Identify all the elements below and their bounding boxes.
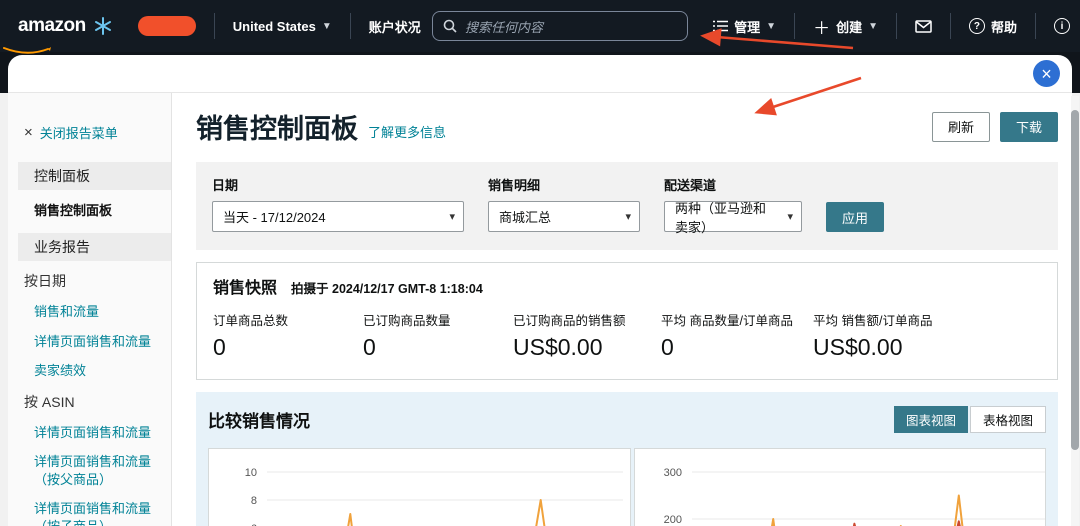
svg-text:200: 200 [664, 514, 682, 526]
messages-button[interactable] [915, 19, 932, 33]
scrollbar-thumb[interactable] [1071, 110, 1079, 450]
close-icon: × [24, 124, 33, 141]
compare-header: 比较销售情况 图表视图 表格视图 [208, 406, 1046, 433]
top-navigation-bar: amazon United States ▼ 账户状况 良好 [0, 0, 1080, 54]
sidebar-item-seller-performance[interactable]: 卖家绩效 [34, 362, 161, 380]
metric-ordered-product-sales: 已订购商品的销售额 US$0.00 [513, 314, 626, 360]
metric-avg-sales-per-order: 平均 销售额/订单商品 US$0.00 [813, 314, 933, 360]
sidebar-item-detail-page-child[interactable]: 详情页面销售和流量（按子商品） [34, 500, 161, 526]
question-icon: ? [968, 18, 985, 34]
sidebar-group-by-date: 按日期 [24, 273, 66, 289]
manage-menu[interactable]: 管理 ▼ [713, 17, 776, 36]
sales-detail-filter-group: 销售明细 商城汇总 ▾ [488, 175, 640, 232]
close-report-menu-link[interactable]: × 关闭报告菜单 [24, 123, 171, 142]
product-sales-chart: 300200100已订购商品的销售额 [634, 448, 1046, 526]
compare-sales-section: 比较销售情况 图表视图 表格视图 10864已订购商品数量 300200100已… [196, 392, 1058, 526]
store-name-redacted [137, 16, 196, 36]
list-icon [713, 20, 729, 32]
snapshot-header: 销售快照 拍摄于 2024/12/17 GMT-8 1:18:04 [197, 263, 1057, 300]
sidebar-item-sales-traffic[interactable]: 销售和流量 [34, 303, 161, 321]
svg-text:8: 8 [251, 495, 257, 507]
divider [949, 13, 951, 39]
sales-snapshot-card: 销售快照 拍摄于 2024/12/17 GMT-8 1:18:04 订单商品总数… [196, 262, 1058, 380]
date-filter-group: 日期 当天 - 17/12/2024 ▾ [212, 175, 464, 232]
units-ordered-chart: 10864已订购商品数量 [208, 448, 631, 526]
snowflake-icon [94, 17, 112, 35]
amazon-logo[interactable]: amazon [3, 15, 112, 54]
compare-title: 比较销售情况 [208, 412, 310, 431]
search-placeholder: 搜索任何内容 [465, 19, 544, 35]
filter-bar: 日期 当天 - 17/12/2024 ▾ 销售明细 商城汇总 ▾ 配送渠道 两种… [196, 162, 1058, 250]
sidebar-item-detail-page-sales-traffic-asin[interactable]: 详情页面销售和流量 [34, 424, 161, 442]
snapshot-metrics: 订单商品总数 0 已订购商品数量 0 已订购商品的销售额 US$0.00 平均 … [197, 300, 1057, 379]
sales-dashboard-modal: × × 关闭报告菜单 控制面板 销售控制面板 业务报告 按日期 销售和流量 详情… [8, 55, 1072, 526]
divider [895, 13, 897, 39]
sidebar-group-by-asin: 按 ASIN [24, 393, 75, 410]
fulfillment-channel-filter-group: 配送渠道 两种（亚马逊和卖家） ▾ [664, 175, 802, 235]
modal-body: × 关闭报告菜单 控制面板 销售控制面板 业务报告 按日期 销售和流量 详情页面… [8, 93, 1072, 526]
svg-text:10: 10 [245, 467, 257, 479]
sidebar-section-dashboards: 控制面板 [18, 162, 171, 190]
page-gutter-left [0, 93, 8, 526]
search-input[interactable]: 搜索任何内容 [432, 11, 688, 41]
date-filter-label: 日期 [212, 178, 239, 193]
refresh-button[interactable]: 刷新 [931, 111, 990, 142]
learn-more-link[interactable]: 了解更多信息 [368, 122, 446, 141]
divider [213, 13, 215, 39]
download-button[interactable]: 下载 [999, 111, 1058, 142]
divider [794, 13, 796, 39]
modal-header: × [8, 55, 1072, 93]
title-row: 销售控制面板 了解更多信息 刷新 下载 [196, 107, 1058, 146]
metric-total-order-items: 订单商品总数 0 [213, 314, 289, 360]
sidebar-item-detail-page-parent[interactable]: 详情页面销售和流量（按父商品） [34, 453, 161, 488]
main-content: 销售控制面板 了解更多信息 刷新 下载 日期 当天 - 17/12/2024 ▾ [172, 93, 1072, 526]
info-button[interactable]: i [1054, 18, 1070, 34]
chevron-down-icon: ▾ [625, 211, 631, 223]
title-actions: 刷新 下载 [931, 111, 1058, 142]
marketplace-switcher[interactable]: United States ▼ [233, 19, 332, 34]
chevron-down-icon: ▼ [868, 20, 878, 32]
divider [1035, 13, 1036, 39]
snapshot-title: 销售快照 [213, 280, 278, 297]
close-icon: × [1041, 63, 1052, 84]
sidebar-item-detail-page-sales-traffic[interactable]: 详情页面销售和流量 [34, 333, 161, 351]
nav-right-group: 管理 ▼ ＋ 创建 ▼ ? 帮助 i [713, 0, 1070, 52]
snapshot-timestamp: 拍摄于 2024/12/17 GMT-8 1:18:04 [291, 282, 483, 296]
metric-avg-units-per-order: 平均 商品数量/订单商品 0 [661, 314, 793, 360]
apply-button[interactable]: 应用 [826, 202, 885, 232]
fulfillment-channel-filter-select[interactable]: 两种（亚马逊和卖家） ▾ [664, 201, 802, 235]
sidebar-item-sales-dashboard[interactable]: 销售控制面板 [34, 200, 171, 219]
plus-icon: ＋ [813, 18, 831, 38]
sidebar-section-business-reports: 业务报告 [18, 233, 171, 261]
search-icon [443, 19, 457, 33]
chart-view-button[interactable]: 图表视图 [893, 406, 968, 433]
chevron-down-icon: ▾ [449, 211, 455, 223]
view-toggle: 图表视图 表格视图 [893, 406, 1046, 433]
svg-text:300: 300 [664, 467, 682, 479]
chevron-down-icon: ▼ [321, 20, 332, 32]
divider [349, 13, 351, 39]
page-title: 销售控制面板 [196, 114, 358, 144]
page: amazon United States ▼ 账户状况 良好 [0, 0, 1080, 526]
table-view-button[interactable]: 表格视图 [969, 406, 1046, 433]
chevron-down-icon: ▼ [766, 20, 777, 32]
create-menu[interactable]: ＋ 创建 ▼ [813, 14, 878, 39]
sales-detail-filter-label: 销售明细 [488, 178, 541, 193]
envelope-icon [915, 19, 932, 33]
sales-detail-filter-select[interactable]: 商城汇总 ▾ [488, 201, 640, 232]
charts-row: 10864已订购商品数量 300200100已订购商品的销售额 [208, 448, 1046, 526]
chevron-down-icon: ▾ [787, 211, 793, 223]
date-filter-select[interactable]: 当天 - 17/12/2024 ▾ [212, 201, 464, 232]
fulfillment-channel-filter-label: 配送渠道 [664, 178, 717, 193]
info-icon: i [1054, 18, 1070, 34]
amazon-logo-text: amazon [18, 15, 86, 36]
metric-units-ordered: 已订购商品数量 0 [363, 314, 451, 360]
close-modal-button[interactable]: × [1033, 60, 1060, 87]
reports-sidebar: × 关闭报告菜单 控制面板 销售控制面板 业务报告 按日期 销售和流量 详情页面… [8, 93, 172, 526]
help-menu[interactable]: ? 帮助 [968, 17, 1017, 36]
